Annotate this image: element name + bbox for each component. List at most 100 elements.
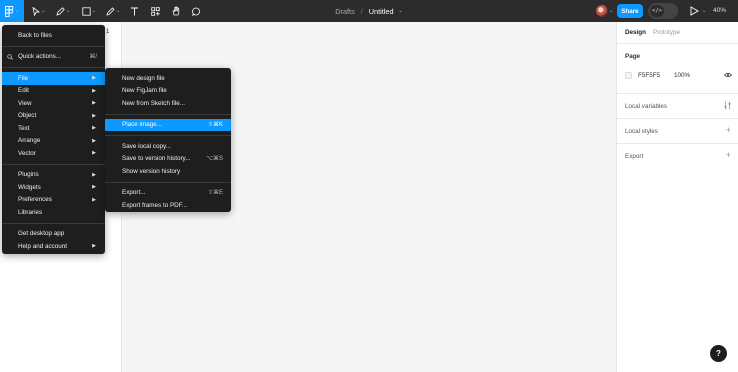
menu-item-object[interactable]: Object ▶ <box>2 110 105 123</box>
panel-tabs: Design Prototype <box>617 22 738 44</box>
local-styles-section: Local styles + <box>617 119 738 144</box>
chevron-right-icon: ▶ <box>92 125 96 132</box>
tab-design[interactable]: Design <box>625 29 646 36</box>
menu-item-preferences[interactable]: Preferences ▶ <box>2 194 105 207</box>
menu-item-label: Get desktop app <box>18 230 65 238</box>
chevron-down-icon[interactable]: ⌄ <box>702 8 706 14</box>
pen-icon <box>56 6 65 16</box>
properties-panel: Design Prototype Page F5F5F5 100% Local … <box>616 22 738 372</box>
page-color-input[interactable]: F5F5F5 <box>638 72 660 79</box>
chevron-right-icon: ▶ <box>92 112 96 119</box>
menu-item-new-design-file[interactable]: New design file <box>105 72 231 85</box>
menu-item-vector[interactable]: Vector ▶ <box>2 147 105 160</box>
comment-tool[interactable] <box>190 0 202 22</box>
menu-item-label: Vector <box>18 149 36 157</box>
top-toolbar: ⌄ ⌄ ⌄ ⌄ ⌄ Drafts / Untitled ⌄ ⌄ Share </… <box>0 0 738 22</box>
menu-item-widgets[interactable]: Widgets ▶ <box>2 181 105 194</box>
comment-icon <box>191 7 200 16</box>
grid-icon <box>150 6 160 16</box>
page-color-swatch[interactable] <box>625 72 632 79</box>
menu-item-label: Save to version history... <box>122 155 191 163</box>
plus-icon[interactable]: + <box>726 126 731 135</box>
menu-item-save-local-copy[interactable]: Save local copy... <box>105 140 231 153</box>
file-title[interactable]: Untitled <box>369 7 394 16</box>
move-tool[interactable]: ⌄ <box>30 0 48 22</box>
chevron-down-icon: ⌄ <box>115 8 121 14</box>
menu-item-help-and-account[interactable]: Help and account ▶ <box>2 240 105 253</box>
main-menu-button[interactable]: ⌄ <box>0 0 24 22</box>
shortcut: ⌘/ <box>89 54 97 61</box>
avatar[interactable] <box>596 5 608 17</box>
menu-item-label: New FigJam file <box>122 87 167 95</box>
rectangle-icon <box>82 6 91 16</box>
menu-item-get-desktop-app[interactable]: Get desktop app <box>2 228 105 241</box>
shortcut: ⇧⌘K <box>207 122 223 129</box>
menu-item-new-from-sketch[interactable]: New from Sketch file... <box>105 97 231 110</box>
menu-item-label: Edit <box>18 87 29 95</box>
menu-item-label: Arrange <box>18 137 41 145</box>
menu-item-label: Back to files <box>18 31 52 39</box>
menu-item-label: Preferences <box>18 196 52 204</box>
menu-item-plugins[interactable]: Plugins ▶ <box>2 169 105 182</box>
chevron-right-icon: ▶ <box>92 196 96 203</box>
menu-item-label: Export frames to PDF... <box>122 201 188 209</box>
chevron-right-icon: ▶ <box>92 87 96 94</box>
chevron-right-icon: ▶ <box>92 243 96 250</box>
plus-icon[interactable]: + <box>726 151 731 160</box>
menu-item-show-version-history[interactable]: Show version history <box>105 165 231 178</box>
figma-logo-icon <box>4 5 14 17</box>
menu-item-save-to-version-history[interactable]: Save to version history... ⌥⌘S <box>105 153 231 166</box>
pen-tool[interactable]: ⌄ <box>54 0 72 22</box>
cursor-icon <box>32 6 41 16</box>
breadcrumb-drafts[interactable]: Drafts <box>335 7 354 16</box>
menu-item-export[interactable]: Export... ⇧⌘E <box>105 187 231 200</box>
layers-panel-peek: 1 <box>106 29 110 35</box>
shape-tool[interactable]: ⌄ <box>104 0 122 22</box>
zoom-level[interactable]: 40% <box>713 7 726 14</box>
menu-divider <box>2 45 105 47</box>
resources-tool[interactable] <box>149 0 161 22</box>
local-variables-label: Local variables <box>625 103 668 110</box>
menu-item-new-figjam-file[interactable]: New FigJam file <box>105 85 231 98</box>
menu-item-export-frames-to-pdf[interactable]: Export frames to PDF... <box>105 199 231 212</box>
help-button[interactable]: ? <box>710 345 727 362</box>
menu-divider <box>2 67 105 68</box>
menu-item-quick-actions[interactable]: Quick actions... ⌘/ <box>2 51 105 64</box>
page-opacity-input[interactable]: 100% <box>674 72 690 79</box>
menu-item-arrange[interactable]: Arrange ▶ <box>2 135 105 148</box>
menu-item-edit[interactable]: Edit ▶ <box>2 85 105 98</box>
chevron-down-icon[interactable]: ⌄ <box>609 8 613 14</box>
breadcrumb-separator: / <box>360 6 363 16</box>
menu-divider <box>105 181 231 183</box>
dev-mode-toggle[interactable]: </> <box>648 3 678 19</box>
menu-item-label: Help and account <box>18 242 68 250</box>
menu-item-label: Place image... <box>122 121 162 129</box>
menu-item-file[interactable]: File ▶ <box>2 72 105 85</box>
hand-tool[interactable] <box>170 0 182 22</box>
sliders-icon[interactable] <box>724 101 731 112</box>
file-submenu: New design file New FigJam file New from… <box>105 68 231 212</box>
chevron-right-icon: ▶ <box>92 75 96 82</box>
tab-prototype[interactable]: Prototype <box>653 29 680 36</box>
chevron-right-icon: ▶ <box>92 171 96 178</box>
menu-item-back-to-files[interactable]: Back to files <box>2 29 105 42</box>
text-tool[interactable] <box>128 0 140 22</box>
code-icon: </> <box>650 5 664 17</box>
export-label: Export <box>625 153 644 160</box>
menu-item-libraries[interactable]: Libraries <box>2 206 105 219</box>
menu-item-label: Object <box>18 112 37 120</box>
search-icon <box>7 53 13 62</box>
frame-tool[interactable]: ⌄ <box>80 0 98 22</box>
menu-item-text[interactable]: Text ▶ <box>2 122 105 135</box>
pencil-icon <box>106 6 115 16</box>
menu-item-view[interactable]: View ▶ <box>2 97 105 110</box>
shortcut: ⇧⌘E <box>207 190 223 197</box>
menu-item-label: View <box>18 99 32 107</box>
present-button[interactable] <box>688 5 700 17</box>
menu-item-place-image[interactable]: Place image... ⇧⌘K <box>105 118 231 131</box>
chevron-down-icon: ⌄ <box>91 8 97 14</box>
eye-icon[interactable] <box>723 72 733 80</box>
chevron-down-icon[interactable]: ⌄ <box>399 8 403 14</box>
share-button[interactable]: Share <box>617 4 643 18</box>
local-variables-section[interactable]: Local variables <box>617 94 738 119</box>
